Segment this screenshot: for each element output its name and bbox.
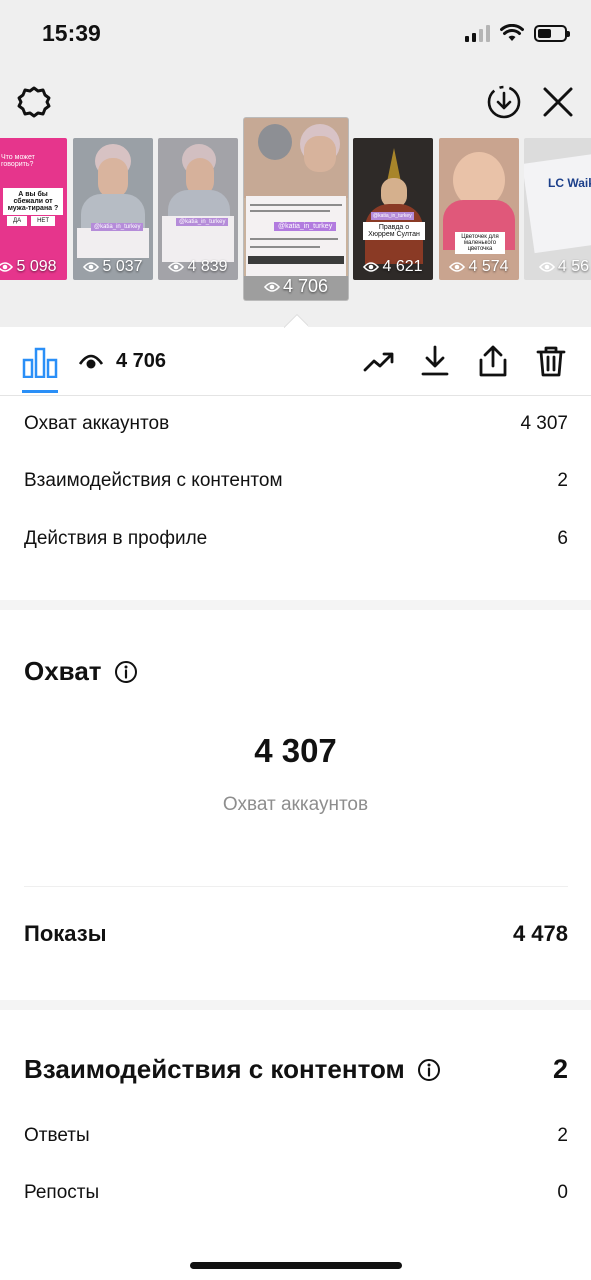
story-thumbnail-selected[interactable]: @katia_in_turkey 4 706 xyxy=(244,118,348,300)
story-poll-question: А вы бы сбежали от мужа-тирана ? xyxy=(3,188,63,215)
download-icon[interactable] xyxy=(418,344,452,378)
interactions-total: 2 xyxy=(552,1054,568,1084)
summary-row-profile-actions[interactable]: Действия в профиле 6 xyxy=(24,528,568,550)
story-tag: @katia_in_turkey xyxy=(91,223,144,231)
settings-icon[interactable] xyxy=(16,84,52,120)
story-thumbnail[interactable]: Цветочек для маленького цветочка 4 574 xyxy=(439,138,519,280)
eye-icon xyxy=(83,262,100,272)
summary-value: 4 307 xyxy=(520,413,568,434)
story-views: 5 037 xyxy=(73,258,153,276)
reach-divider xyxy=(24,886,568,887)
home-indicator[interactable] xyxy=(190,1262,402,1269)
interactions-value: 0 xyxy=(557,1182,568,1203)
summary-row-reach[interactable]: Охват аккаунтов 4 307 xyxy=(24,413,568,435)
reach-caption: Охват аккаунтов xyxy=(222,794,369,815)
selected-story-pointer xyxy=(284,314,308,328)
eye-icon xyxy=(78,354,104,368)
interactions-section-title: Взаимодействия с контентом xyxy=(24,1054,568,1085)
story-tag: @katia_in_turkey xyxy=(371,212,414,220)
story-views: 4 574 xyxy=(439,258,519,276)
trending-icon[interactable] xyxy=(362,344,396,378)
story-brand-text: LC Waiki xyxy=(548,176,591,190)
impressions-row: Показы 4 478 xyxy=(24,921,568,947)
reach-number: 4 307 xyxy=(254,732,337,769)
insights-chart-icon[interactable] xyxy=(22,346,58,378)
info-icon[interactable] xyxy=(417,1058,441,1082)
story-thumbnails: Что может говорить? А вы бы сбежали от м… xyxy=(0,118,591,303)
story-views: 4 621 xyxy=(353,258,433,276)
eye-icon xyxy=(538,262,555,272)
eye-icon xyxy=(449,262,466,272)
story-views: 4 706 xyxy=(244,276,348,297)
wifi-icon xyxy=(500,24,524,41)
interactions-row-replies: Ответы 2 xyxy=(24,1125,568,1147)
views-count: 4 706 xyxy=(116,350,167,372)
impressions-value: 4 478 xyxy=(512,921,568,946)
story-thumbnail[interactable]: Что может говорить? А вы бы сбежали от м… xyxy=(0,138,67,280)
story-tag: @katia_in_turkey xyxy=(176,218,229,226)
section-divider xyxy=(0,1000,591,1010)
status-bar: 15:39 xyxy=(0,0,591,72)
summary-label: Охват аккаунтов xyxy=(24,413,170,434)
viewers-tab[interactable]: 4 706 xyxy=(78,350,166,373)
reach-section-title: Охват xyxy=(24,656,138,687)
story-poll-option: НЕТ xyxy=(31,216,56,226)
story-views: 4 839 xyxy=(158,258,238,276)
info-icon[interactable] xyxy=(114,660,138,684)
summary-value: 6 xyxy=(557,528,568,549)
eye-icon xyxy=(263,281,280,292)
battery-icon xyxy=(534,24,570,42)
story-caption: Правда о Хюррем Султан xyxy=(363,222,425,240)
story-text: Что может говорить? xyxy=(1,154,35,168)
reach-title-text: Охват xyxy=(24,656,102,686)
eye-icon xyxy=(168,262,185,272)
status-time: 15:39 xyxy=(42,20,101,46)
download-circle-icon[interactable] xyxy=(486,84,522,120)
section-divider xyxy=(0,600,591,610)
interactions-value: 2 xyxy=(557,1125,568,1146)
story-action-bar: 4 706 xyxy=(0,328,591,396)
story-thumbnail[interactable]: @katia_in_turkey Правда о Хюррем Султан … xyxy=(353,138,433,280)
impressions-label: Показы xyxy=(24,921,107,946)
summary-value: 2 xyxy=(557,470,568,491)
story-views: 4 56 xyxy=(524,258,591,276)
delete-icon[interactable] xyxy=(534,344,568,378)
story-poll-option: ДА xyxy=(7,216,28,226)
close-icon[interactable] xyxy=(540,84,576,120)
interactions-label: Ответы xyxy=(24,1125,90,1146)
interactions-row-reposts: Репосты 0 xyxy=(24,1182,568,1204)
story-tag: @katia_in_turkey xyxy=(274,222,337,231)
story-views: 5 098 xyxy=(0,258,67,276)
interactions-label: Репосты xyxy=(24,1182,100,1203)
share-icon[interactable] xyxy=(476,344,510,378)
story-thumbnail[interactable]: @katia_in_turkey 4 839 xyxy=(158,138,238,280)
eye-icon xyxy=(363,262,380,272)
eye-icon xyxy=(0,262,14,272)
insights-tab-underline xyxy=(22,390,58,393)
story-thumbnail[interactable]: @katia_in_turkey 5 037 xyxy=(73,138,153,280)
cellular-signal-icon xyxy=(465,24,490,42)
story-thumbnail[interactable]: LC Waiki 4 56 xyxy=(524,138,591,280)
status-icons xyxy=(465,24,570,42)
summary-label: Взаимодействия с контентом xyxy=(24,470,283,491)
summary-label: Действия в профиле xyxy=(24,528,208,549)
story-caption: Цветочек для маленького цветочка xyxy=(455,232,505,254)
summary-row-interactions[interactable]: Взаимодействия с контентом 2 xyxy=(24,470,568,492)
interactions-title-text: Взаимодействия с контентом xyxy=(24,1054,405,1084)
